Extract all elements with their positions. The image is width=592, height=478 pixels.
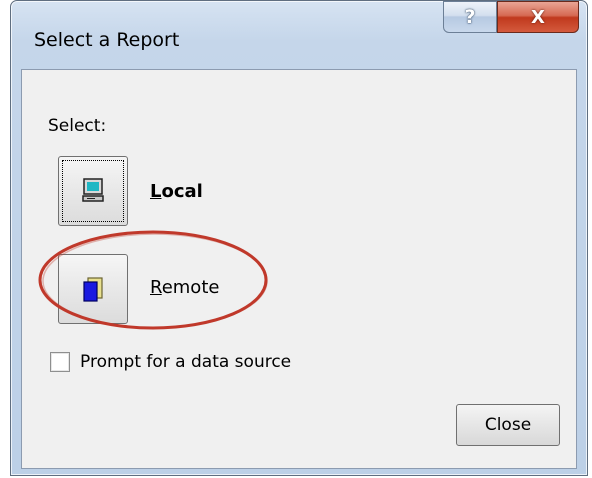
prompt-data-source-checkbox-row[interactable]: Prompt for a data source	[50, 352, 291, 372]
local-label[interactable]: Local	[150, 181, 203, 202]
window-title: Select a Report	[34, 29, 180, 51]
dialog-window: Select a Report ? X Select: Local Remote	[10, 0, 588, 476]
help-button[interactable]: ?	[443, 1, 497, 33]
remote-label[interactable]: Remote	[150, 277, 219, 298]
remote-button[interactable]	[58, 254, 128, 324]
prompt-data-source-checkbox[interactable]	[50, 352, 70, 372]
computer-icon	[82, 178, 104, 202]
local-button[interactable]	[58, 156, 128, 226]
local-label-rest: ocal	[161, 181, 203, 202]
remote-folder-icon	[83, 277, 103, 302]
local-mnemonic: L	[150, 181, 162, 202]
prompt-data-source-label[interactable]: Prompt for a data source	[80, 352, 291, 372]
select-label: Select:	[48, 116, 107, 136]
window-close-button[interactable]: X	[497, 1, 579, 33]
close-button[interactable]: Close	[456, 404, 560, 446]
dialog-client-area: Select: Local Remote Prompt for a data s…	[21, 69, 577, 469]
remote-label-rest: emote	[161, 277, 220, 298]
remote-mnemonic: R	[150, 277, 162, 298]
